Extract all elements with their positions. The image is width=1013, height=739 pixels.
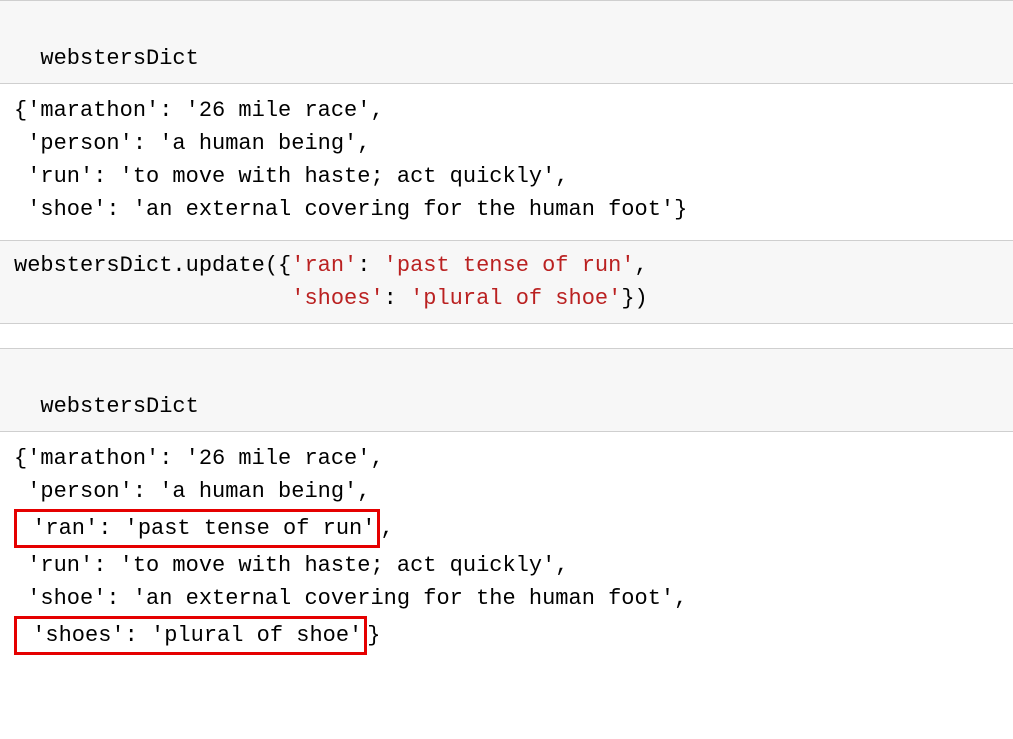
output-line: 'run': 'to move with haste; act quickly'… — [14, 553, 569, 578]
code-cell-3-output: {'marathon': '26 mile race', 'person': '… — [0, 432, 1013, 670]
output-line: 'shoe': 'an external covering for the hu… — [14, 586, 687, 611]
code-text: webstersDict — [40, 46, 198, 71]
code-text: webstersDict — [40, 394, 198, 419]
string-literal: 'past tense of run' — [384, 253, 635, 278]
code-text: webstersDict.update({ — [14, 253, 291, 278]
output-line: 'person': 'a human being', — [14, 131, 370, 156]
code-cell-1-input: webstersDict — [0, 0, 1013, 84]
code-cell-1-output: {'marathon': '26 mile race', 'person': '… — [0, 84, 1013, 240]
output-line: 'run': 'to move with haste; act quickly'… — [14, 164, 569, 189]
string-literal: 'plural of shoe' — [410, 286, 621, 311]
output-text: } — [367, 623, 380, 648]
code-cell-2-output — [0, 324, 1013, 348]
string-literal: 'shoes' — [291, 286, 383, 311]
string-literal: 'ran' — [291, 253, 357, 278]
output-line: {'marathon': '26 mile race', — [14, 446, 384, 471]
code-text: , — [635, 253, 648, 278]
code-text: : — [384, 286, 410, 311]
code-cell-3-input: webstersDict — [0, 348, 1013, 432]
highlight-ran: 'ran': 'past tense of run' — [14, 509, 380, 548]
output-line: 'person': 'a human being', — [14, 479, 370, 504]
code-text — [14, 286, 291, 311]
code-text: : — [357, 253, 383, 278]
code-text: }) — [621, 286, 647, 311]
output-text: , — [380, 516, 393, 541]
code-cell-2-input: webstersDict.update({'ran': 'past tense … — [0, 240, 1013, 324]
output-line: 'shoe': 'an external covering for the hu… — [14, 197, 687, 222]
highlight-shoes: 'shoes': 'plural of shoe' — [14, 616, 367, 655]
output-line: {'marathon': '26 mile race', — [14, 98, 384, 123]
